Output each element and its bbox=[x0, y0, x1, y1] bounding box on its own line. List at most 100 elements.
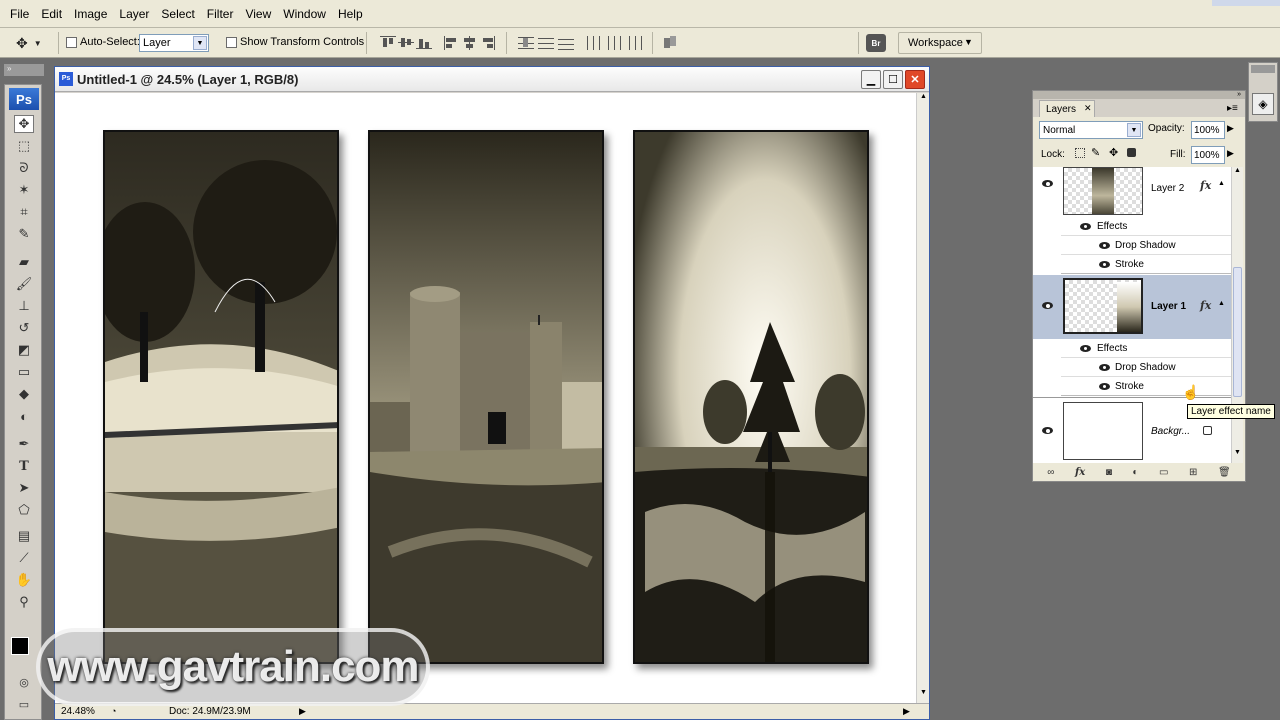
distribute-left-icon[interactable] bbox=[586, 36, 602, 50]
workspace-button[interactable]: Workspace ▼ bbox=[898, 32, 982, 54]
slice-icon[interactable]: ✎ bbox=[14, 225, 34, 243]
foreground-color-swatch[interactable] bbox=[11, 637, 29, 655]
fx-icon[interactable]: fx bbox=[1200, 179, 1211, 192]
scroll-down-icon[interactable]: ▼ bbox=[918, 689, 929, 701]
distribute-top-icon[interactable] bbox=[518, 36, 534, 50]
opacity-arrow-icon[interactable]: ▶ bbox=[1227, 123, 1234, 134]
move-tool-preset[interactable]: ✥ ▼ bbox=[16, 34, 50, 52]
layer-row-layer-1[interactable]: Layer 1 fx ▲ bbox=[1033, 275, 1231, 339]
hand-icon[interactable]: ✋ bbox=[14, 571, 34, 589]
dock-grip[interactable] bbox=[1251, 65, 1275, 73]
quick-mask-icon[interactable]: ◎ bbox=[14, 673, 34, 691]
eye-icon[interactable] bbox=[1099, 261, 1111, 269]
scroll-thumb[interactable] bbox=[1233, 267, 1242, 397]
shape-icon[interactable]: ⬠ bbox=[14, 501, 34, 519]
scroll-down-icon[interactable]: ▼ bbox=[1232, 449, 1243, 461]
gradient-icon[interactable]: ▭ bbox=[14, 363, 34, 381]
path-select-icon[interactable]: ➤ bbox=[14, 479, 34, 497]
ps-logo[interactable]: Ps bbox=[9, 88, 39, 110]
history-brush-icon[interactable]: ↺ bbox=[14, 319, 34, 337]
eye-icon[interactable] bbox=[1099, 242, 1111, 250]
auto-align-icon[interactable] bbox=[662, 36, 678, 50]
tab-layers[interactable]: Layers ✕ bbox=[1039, 100, 1095, 117]
menu-file[interactable]: File bbox=[4, 0, 35, 28]
menu-image[interactable]: Image bbox=[68, 0, 113, 28]
distribute-hcenter-icon[interactable] bbox=[606, 36, 622, 50]
stamp-icon[interactable]: ⊥ bbox=[14, 297, 34, 315]
lasso-icon[interactable]: ᘐ bbox=[14, 159, 34, 177]
menu-filter[interactable]: Filter bbox=[201, 0, 240, 28]
effects-row[interactable]: Effects bbox=[1061, 217, 1231, 236]
menu-view[interactable]: View bbox=[239, 0, 277, 28]
layers-dock-icon[interactable]: ◈ bbox=[1252, 93, 1274, 115]
screen-mode-icon[interactable]: ▭ bbox=[14, 695, 34, 713]
collapse-icon[interactable]: ▲ bbox=[1218, 180, 1225, 187]
folder-icon[interactable]: ▭ bbox=[1159, 467, 1168, 478]
eraser-icon[interactable]: ◩ bbox=[14, 341, 34, 359]
maximize-button[interactable]: ☐ bbox=[883, 70, 903, 89]
effect-stroke[interactable]: Stroke bbox=[1061, 377, 1231, 396]
fill-arrow-icon[interactable]: ▶ bbox=[1227, 148, 1234, 159]
notes-icon[interactable]: ▤ bbox=[14, 527, 34, 545]
eye-icon[interactable] bbox=[1041, 426, 1055, 436]
auto-select-dropdown[interactable]: Layer ▼ bbox=[139, 34, 209, 52]
lock-position-icon[interactable]: ✥ bbox=[1109, 146, 1118, 159]
adjustment-layer-icon[interactable]: ◐ bbox=[1132, 467, 1138, 478]
marquee-icon[interactable]: ⬚ bbox=[14, 137, 34, 155]
align-vcenter-icon[interactable] bbox=[398, 36, 414, 50]
blend-mode-dropdown[interactable]: Normal ▼ bbox=[1039, 121, 1143, 139]
zoom-icon[interactable]: ⚲ bbox=[14, 593, 34, 611]
eye-icon[interactable] bbox=[1041, 179, 1055, 189]
menu-help[interactable]: Help bbox=[332, 0, 369, 28]
panel-menu-icon[interactable]: ▸≡ bbox=[1227, 103, 1238, 114]
vertical-scrollbar[interactable]: ▲ ▼ bbox=[916, 93, 929, 703]
eye-icon[interactable] bbox=[1080, 223, 1092, 231]
lock-transparent-icon[interactable] bbox=[1075, 148, 1085, 158]
fill-input[interactable]: 100% bbox=[1191, 146, 1225, 164]
distribute-right-icon[interactable] bbox=[626, 36, 642, 50]
align-left-icon[interactable] bbox=[444, 36, 460, 50]
layer-name[interactable]: Layer 1 bbox=[1151, 301, 1186, 312]
zoom-level[interactable]: 24.48% bbox=[61, 706, 95, 717]
close-button[interactable]: ✕ bbox=[905, 70, 925, 89]
canvas[interactable] bbox=[55, 93, 916, 703]
menu-layer[interactable]: Layer bbox=[113, 0, 155, 28]
blur-icon[interactable]: ◆ bbox=[14, 385, 34, 403]
eye-icon[interactable] bbox=[1041, 301, 1055, 311]
collapse-icon[interactable]: ▲ bbox=[1218, 300, 1225, 307]
panel-grip[interactable]: » bbox=[1033, 91, 1245, 99]
lock-pixels-icon[interactable]: ✎ bbox=[1091, 146, 1100, 159]
menu-window[interactable]: Window bbox=[277, 0, 332, 28]
bridge-icon[interactable]: Br bbox=[866, 34, 886, 52]
magic-wand-icon[interactable]: ✶ bbox=[14, 181, 34, 199]
layer-name[interactable]: Backgr... bbox=[1151, 426, 1190, 437]
align-right-icon[interactable] bbox=[480, 36, 496, 50]
tools-grip[interactable]: » bbox=[4, 64, 44, 76]
effects-row[interactable]: Effects bbox=[1061, 339, 1231, 358]
align-bottom-icon[interactable] bbox=[416, 36, 432, 50]
minimize-button[interactable]: ▁ bbox=[861, 70, 881, 89]
effect-stroke[interactable]: Stroke bbox=[1061, 255, 1231, 274]
menu-edit[interactable]: Edit bbox=[35, 0, 68, 28]
status-icon[interactable]: ◔ bbox=[111, 706, 116, 716]
eye-icon[interactable] bbox=[1080, 345, 1092, 353]
align-top-icon[interactable] bbox=[380, 36, 396, 50]
document-title-bar[interactable]: Ps Untitled-1 @ 24.5% (Layer 1, RGB/8) ▁… bbox=[55, 67, 929, 92]
fx-icon[interactable]: fx bbox=[1075, 467, 1085, 478]
pen-icon[interactable]: ✒ bbox=[14, 435, 34, 453]
menu-select[interactable]: Select bbox=[155, 0, 200, 28]
brush-icon[interactable]: 🖌 bbox=[14, 275, 34, 293]
layer-name[interactable]: Layer 2 bbox=[1151, 183, 1184, 194]
link-icon[interactable]: ∞ bbox=[1047, 467, 1054, 478]
dodge-icon[interactable]: ◐ bbox=[14, 407, 34, 425]
mask-icon[interactable]: ◙ bbox=[1106, 467, 1112, 478]
layer-row-layer-2[interactable]: Layer 2 fx ▲ bbox=[1033, 167, 1231, 217]
healing-icon[interactable]: ▰ bbox=[14, 253, 34, 271]
crop-icon[interactable]: ⌗ bbox=[14, 203, 34, 221]
distribute-vcenter-icon[interactable] bbox=[538, 36, 554, 50]
effect-drop-shadow[interactable]: Drop Shadow bbox=[1061, 236, 1231, 255]
fx-icon[interactable]: fx bbox=[1200, 299, 1211, 312]
effect-drop-shadow[interactable]: Drop Shadow bbox=[1061, 358, 1231, 377]
type-icon[interactable]: T bbox=[14, 457, 34, 475]
new-layer-icon[interactable]: ⊞ bbox=[1189, 467, 1197, 478]
